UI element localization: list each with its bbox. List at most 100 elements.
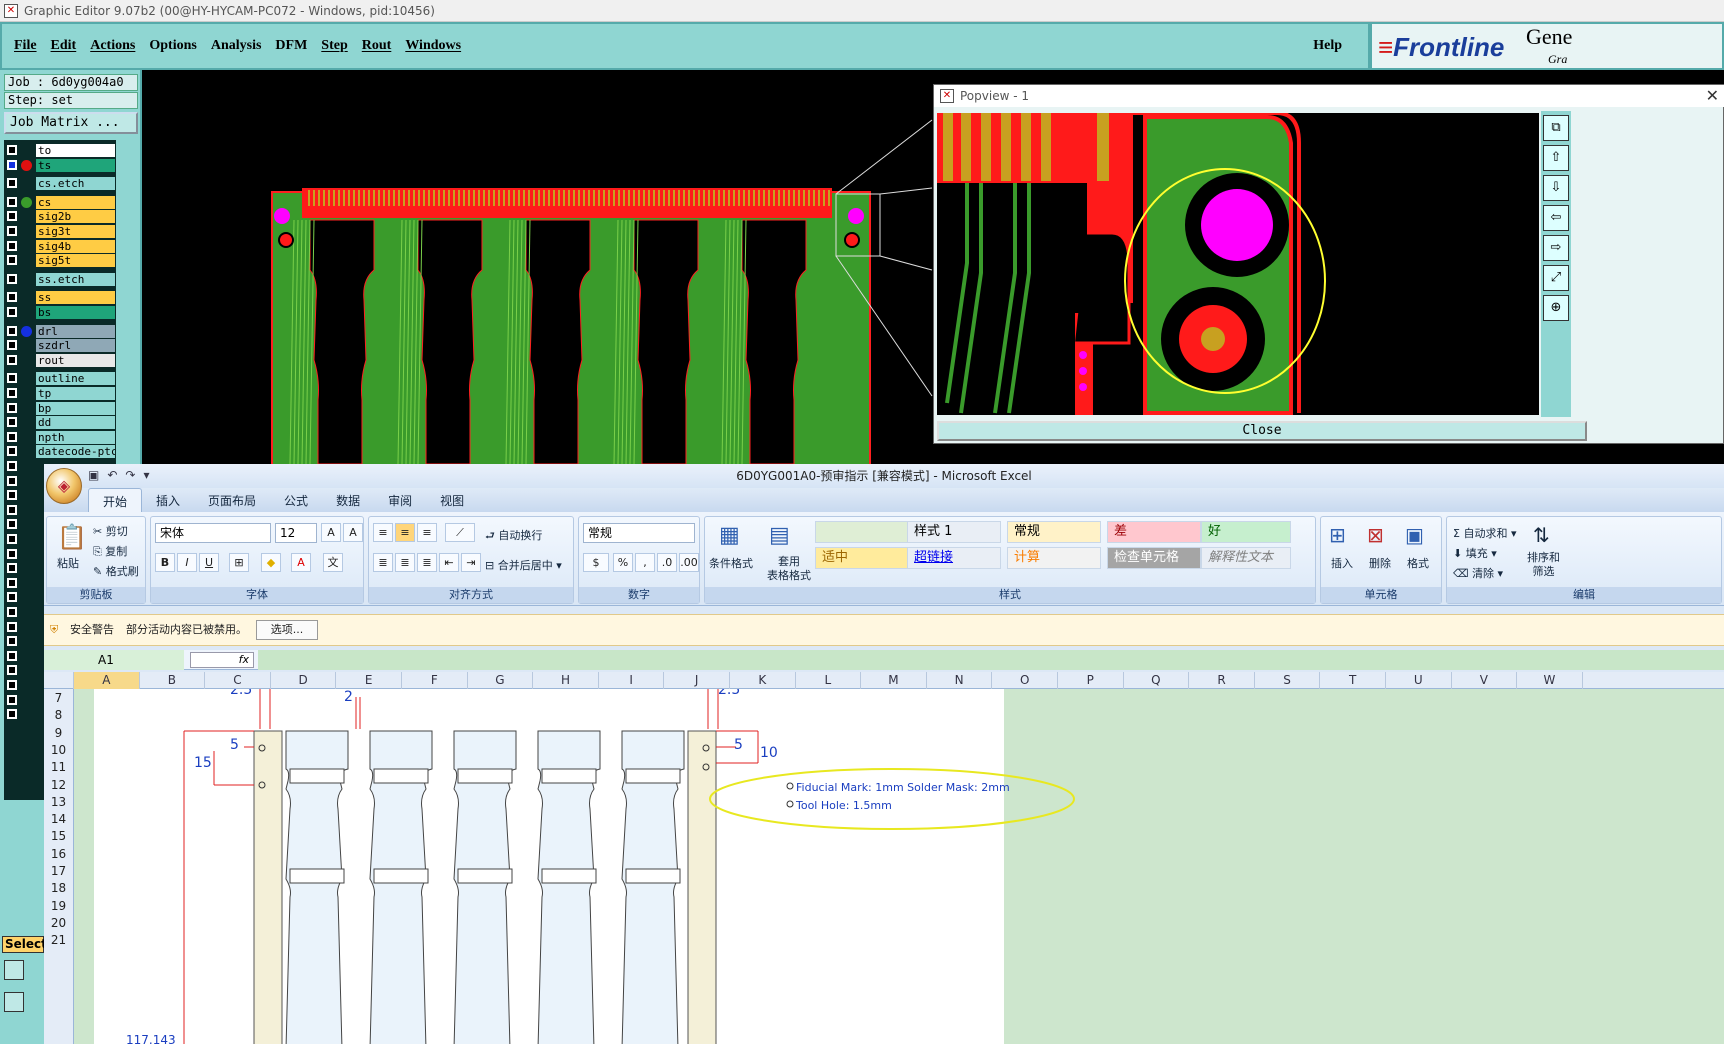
table-format-button[interactable]: 套用 表格格式 (767, 555, 811, 583)
layer-name[interactable]: bp (36, 401, 115, 415)
format-cells-icon[interactable]: ▣ (1405, 523, 1424, 547)
column-header-H[interactable]: H (533, 672, 599, 689)
layer-checkbox[interactable] (7, 226, 17, 236)
layer-name[interactable]: ss (36, 291, 115, 305)
layer-name[interactable]: ss.etch (36, 272, 115, 286)
align-top-icon[interactable]: ≡ (373, 523, 393, 542)
layer-checkbox[interactable] (7, 504, 17, 515)
sort-filter-icon[interactable]: ⇅ (1533, 523, 1550, 547)
redo-icon[interactable]: ↷ (125, 468, 135, 482)
layer-checkbox[interactable] (7, 340, 17, 351)
layer-name[interactable]: cs (36, 195, 115, 209)
fill-button[interactable]: ⬇ 填充 ▾ (1453, 545, 1497, 561)
column-header-G[interactable]: G (468, 672, 534, 689)
cell-style-7[interactable]: 计算 (1007, 547, 1101, 569)
layer-checkbox[interactable] (7, 159, 17, 170)
layer-row-tp[interactable]: tp (4, 387, 116, 400)
decrease-decimal-icon[interactable]: .00 (679, 553, 699, 572)
row-header-13[interactable]: 13 (44, 795, 73, 809)
cell-style-2[interactable]: 常规 (1007, 521, 1101, 543)
layer-checkbox[interactable] (7, 273, 17, 284)
layer-checkbox[interactable] (7, 519, 17, 530)
shrink-font-icon[interactable]: A (343, 523, 363, 542)
layer-checkbox[interactable] (7, 548, 17, 559)
column-header-B[interactable]: B (140, 672, 206, 689)
cell-style-5[interactable]: 适中 (815, 547, 909, 569)
layer-name[interactable]: drl (36, 324, 115, 338)
layer-row-sig2b[interactable]: sig2b (4, 210, 116, 224)
layer-name[interactable]: sig2b (36, 210, 115, 224)
format-cells-button[interactable]: 格式 (1407, 555, 1429, 571)
row-header-10[interactable]: 10 (44, 743, 73, 757)
layer-name[interactable]: bs (36, 306, 115, 319)
layer-checkbox[interactable] (7, 196, 17, 207)
layer-checkbox[interactable] (7, 607, 17, 617)
sort-filter-button[interactable]: 排序和 筛选 (1527, 551, 1560, 579)
font-color-icon[interactable]: A (291, 553, 311, 572)
layer-row-sig5t[interactable]: sig5t (4, 254, 116, 268)
layer-checkbox[interactable] (7, 373, 17, 384)
column-header-V[interactable]: V (1452, 672, 1518, 689)
layer-checkbox[interactable] (7, 475, 17, 486)
column-header-N[interactable]: N (927, 672, 993, 689)
layer-checkbox[interactable] (7, 431, 17, 442)
increase-decimal-icon[interactable]: .0 (657, 553, 677, 572)
conditional-format-icon[interactable]: ▦ (719, 523, 740, 548)
row-header-17[interactable]: 17 (44, 864, 73, 878)
layer-name[interactable]: sig5t (36, 254, 115, 268)
cell-style-0[interactable] (815, 521, 909, 543)
column-header-I[interactable]: I (599, 672, 665, 689)
pv-tool-icon-4[interactable]: ⇦ (1543, 205, 1569, 231)
bold-icon[interactable]: B (155, 553, 175, 572)
phonetic-icon[interactable]: 文 (323, 553, 343, 572)
layer-name[interactable]: cs.etch (36, 177, 115, 191)
layer-row-sig4b[interactable]: sig4b (4, 239, 116, 253)
layer-row-bs[interactable]: bs (4, 306, 116, 319)
tab-page-layout[interactable]: 页面布局 (194, 488, 270, 512)
copy-button[interactable]: ⎘ 复制 (93, 543, 127, 559)
column-header-W[interactable]: W (1517, 672, 1583, 689)
wrap-text-button[interactable]: ⮐ 自动换行 (485, 527, 542, 546)
menu-rout[interactable]: Rout (362, 38, 392, 54)
row-header-12[interactable]: 12 (44, 778, 73, 792)
currency-icon[interactable]: $ (583, 553, 609, 572)
layer-name[interactable]: to (36, 144, 115, 157)
save-icon[interactable]: ▣ (88, 468, 99, 482)
increase-indent-icon[interactable]: ⇥ (461, 553, 481, 572)
tab-data[interactable]: 数据 (322, 488, 374, 512)
layer-name[interactable]: sig3t (36, 225, 115, 238)
layer-checkbox[interactable] (7, 178, 17, 189)
layer-checkbox[interactable] (7, 636, 17, 647)
layer-checkbox[interactable] (7, 577, 17, 588)
layer-checkbox[interactable] (7, 388, 17, 398)
delete-cells-button[interactable]: 删除 (1369, 555, 1391, 571)
insert-cells-icon[interactable]: ⊞ (1329, 523, 1346, 547)
menu-windows[interactable]: Windows (405, 38, 461, 54)
align-center-icon[interactable]: ≣ (395, 553, 415, 572)
cell-style-4[interactable]: 好 (1201, 521, 1291, 543)
menu-file[interactable]: File (14, 38, 37, 54)
column-header-J[interactable]: J (664, 672, 730, 689)
layer-checkbox[interactable] (7, 694, 17, 705)
column-header-O[interactable]: O (992, 672, 1058, 689)
layer-checkbox[interactable] (7, 354, 17, 365)
column-header-E[interactable]: E (336, 672, 402, 689)
cell-style-6[interactable]: 超链接 (907, 547, 1001, 569)
column-header-U[interactable]: U (1386, 672, 1452, 689)
layer-row-bp[interactable]: bp (4, 401, 116, 415)
layer-checkbox[interactable] (7, 307, 17, 317)
row-header-14[interactable]: 14 (44, 812, 73, 826)
align-right-icon[interactable]: ≣ (417, 553, 437, 572)
column-header-T[interactable]: T (1320, 672, 1386, 689)
layer-row-npth[interactable]: npth (4, 430, 116, 444)
grow-font-icon[interactable]: A (321, 523, 341, 542)
layer-name[interactable]: dd (36, 416, 115, 430)
autosum-button[interactable]: Σ 自动求和 ▾ (1453, 525, 1516, 541)
pv-tool-icon-3[interactable]: ⇩ (1543, 175, 1569, 201)
align-left-icon[interactable]: ≣ (373, 553, 393, 572)
row-header-8[interactable]: 8 (44, 708, 73, 722)
row-header-15[interactable]: 15 (44, 829, 73, 843)
layer-row-cs.etch[interactable]: cs.etch (4, 177, 116, 191)
menu-help[interactable]: Help (1313, 38, 1342, 54)
insert-cells-button[interactable]: 插入 (1331, 555, 1353, 571)
